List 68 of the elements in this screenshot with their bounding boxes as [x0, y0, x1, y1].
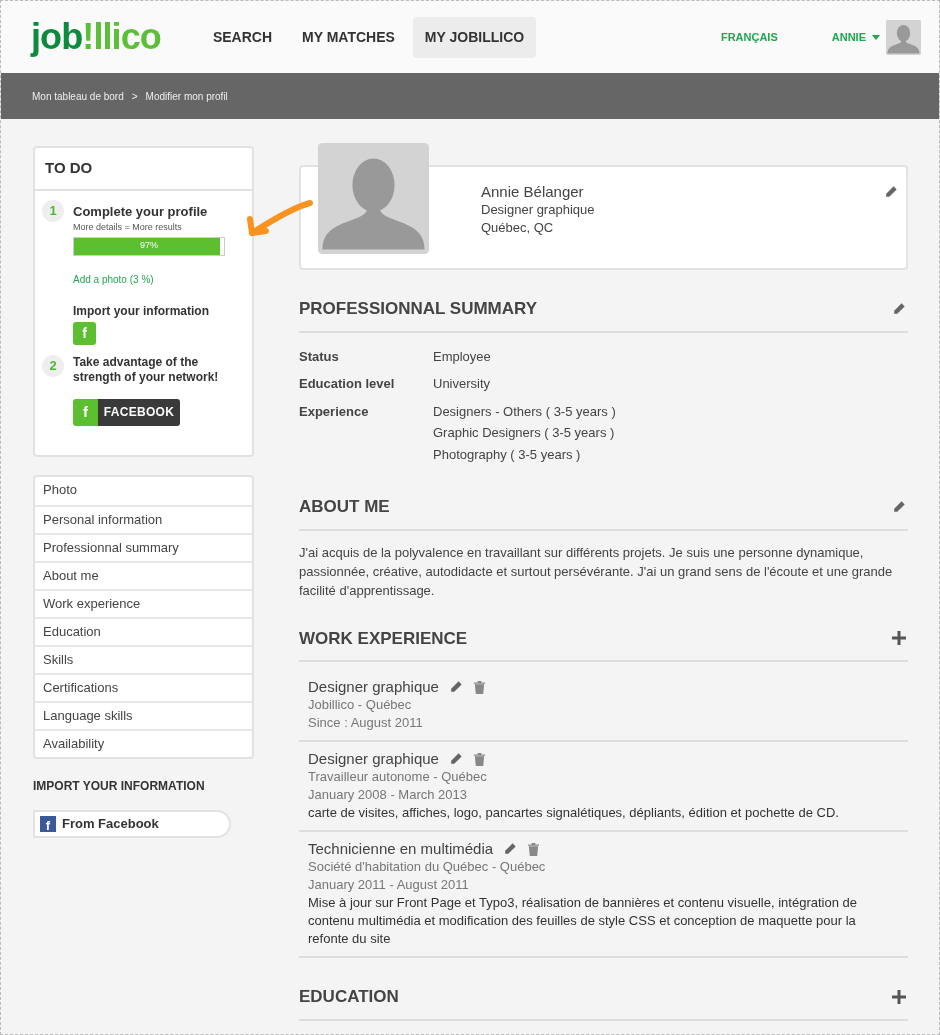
job-description: carte de visites, affiches, logo, pancartes signalétiques, dépliants, édition et pochette de CD. — [308, 804, 840, 822]
arrow-drawing — [244, 197, 314, 237]
edit-icon[interactable] — [892, 499, 906, 514]
edit-icon[interactable] — [448, 752, 463, 766]
logo[interactable]: job!llico — [31, 19, 161, 55]
field-label: Education level — [299, 375, 396, 393]
job-title: Designer graphique — [308, 678, 439, 696]
profile-name: Annie Bélanger — [481, 183, 585, 201]
add-icon[interactable] — [892, 989, 906, 1004]
sidebar-item[interactable]: Work experience — [35, 589, 252, 617]
card-title: TO DO — [35, 148, 252, 191]
add-icon[interactable] — [892, 631, 906, 646]
company-text: Société d'habitation du Québec - Québec — [308, 858, 547, 876]
from-facebook-button[interactable]: f From Facebook — [33, 810, 231, 838]
job-title: Designer graphique — [308, 750, 439, 768]
nav-tab[interactable]: SEARCH — [200, 16, 285, 58]
sidebar-item[interactable]: Language skills — [35, 701, 252, 729]
field-value: Graphic Designers ( 3-5 years ) — [433, 424, 616, 442]
caret-icon — [872, 34, 880, 40]
step-number: 1 — [42, 199, 64, 222]
field-label: Status — [299, 347, 340, 366]
company-text: Travailleur autonome - Québec — [308, 768, 488, 786]
job-description: Mise à jour sur Front Page et Typo3, réalisation de bannières et contenu visuelle, intégration de contenu multimédia et modification des feuilles de style CSS et conception de maquette pour la refonte du site — [308, 894, 858, 948]
date-range: January 2008 - March 2013 — [308, 786, 468, 804]
profile-location: Québec, QC — [481, 219, 555, 237]
step-number: 2 — [42, 354, 64, 377]
section-heading: ABOUT ME — [299, 496, 390, 518]
field-value: University — [433, 375, 491, 393]
sidebar-item[interactable]: About me — [35, 561, 252, 589]
import-title: Import your information — [73, 302, 210, 320]
sidebar-item[interactable]: Photo — [35, 477, 252, 505]
user-avatar — [886, 19, 921, 55]
field-value: Employee — [433, 347, 491, 366]
edit-icon[interactable] — [892, 301, 906, 316]
breadcrumb-item[interactable]: Modifier mon profil — [145, 88, 228, 104]
import-heading: IMPORT YOUR INFORMATION — [33, 778, 206, 795]
field-value: Designers - Others ( 3-5 years ) — [433, 402, 616, 421]
breadcrumb-item: > — [131, 89, 138, 104]
edit-icon[interactable] — [448, 680, 463, 694]
trash-icon[interactable] — [472, 751, 486, 767]
about-text: J'ai acquis de la polyvalence en travaillant sur différents projets. Je suis une personne dynamique, passionnée, créative, autodidacte et surtout persévérante. J'ai un grand sens de l'écoute et une grande facilité d'apprentissage. — [299, 543, 894, 600]
sidebar-item[interactable]: Education — [35, 617, 252, 645]
job-title: Technicienne en multimédia — [308, 840, 494, 858]
sidebar-item[interactable]: Certifications — [35, 673, 252, 701]
company-text: Jobillico - Québec — [308, 696, 413, 714]
field-value: Photography ( 3-5 years ) — [433, 445, 582, 464]
edit-icon[interactable] — [503, 842, 518, 856]
date-range: Since : August 2011 — [308, 714, 424, 732]
sidebar-item[interactable]: Professionnal summary — [35, 533, 252, 561]
date-range: January 2011 - August 2011 — [308, 876, 470, 894]
sidebar-item[interactable]: Availability — [35, 729, 252, 757]
progress-label: 97% — [139, 239, 159, 253]
section-heading: PROFESSIONNAL SUMMARY — [299, 298, 538, 320]
trash-icon[interactable] — [527, 841, 541, 857]
nav-tab[interactable]: MY MATCHES — [290, 16, 407, 58]
breadcrumb-item[interactable]: Mon tableau de bord — [32, 88, 124, 104]
trash-icon[interactable] — [472, 679, 486, 695]
step-title: Complete your profile — [73, 202, 209, 221]
nav-tab[interactable]: MY JOBILLICO — [412, 16, 537, 58]
step-subtitle: More details = More results — [73, 221, 183, 234]
sidebar-item[interactable]: Skills — [35, 645, 252, 673]
section-heading: EDUCATION — [299, 986, 399, 1008]
edit-icon[interactable] — [884, 185, 898, 199]
field-label: Experience — [299, 402, 370, 421]
profile-title: Designer graphique — [481, 201, 595, 219]
sidebar-item[interactable]: Personal information — [35, 505, 252, 533]
section-heading: WORK EXPERIENCE — [299, 627, 468, 650]
step-title: Take advantage of the strength of your network! — [73, 354, 220, 385]
